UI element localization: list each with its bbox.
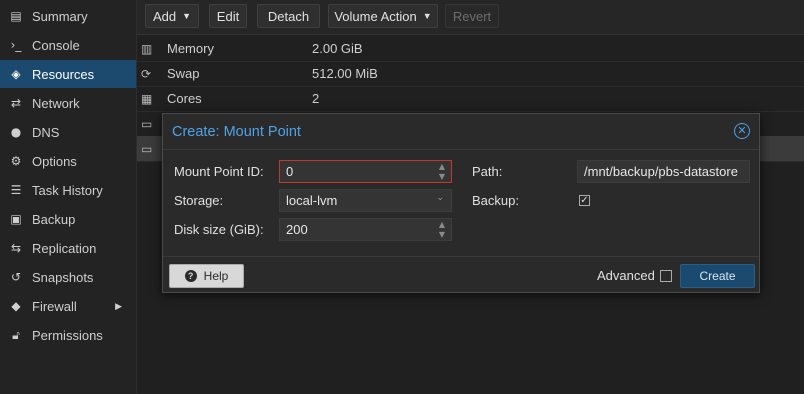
chevron-right-icon[interactable]: ▶ (115, 301, 122, 312)
spinner-icon[interactable]: ▲ ▼ (439, 162, 445, 182)
hdd-icon: ▭ (141, 116, 153, 131)
floppy-icon: ▣ (10, 212, 22, 226)
sidebar-item-label: Backup (32, 211, 76, 227)
hardware-row-swap[interactable]: ⟳ Swap 512.00 MiB (137, 61, 804, 87)
path-value: /mnt/backup/pbs-datastore (584, 164, 738, 179)
dialog-header: Create: Mount Point ✕ (163, 114, 759, 150)
chevron-down-icon[interactable]: ⌄ (436, 193, 444, 203)
mount-point-id-label: Mount Point ID: (174, 164, 264, 179)
sidebar-item-label: Summary (32, 8, 88, 24)
backup-checkbox[interactable]: ✓ (579, 195, 590, 206)
refresh-icon: ⟳ (141, 66, 152, 81)
sidebar-item-label: Firewall (32, 298, 77, 314)
storage-value: local-lvm (286, 193, 338, 208)
hdd-icon: ▭ (141, 141, 153, 156)
storage-select[interactable]: local-lvm ⌄ (279, 189, 452, 212)
sidebar-item-resources[interactable]: ◈ Resources (0, 60, 136, 88)
retweet-icon: ⇆ (10, 241, 22, 255)
storage-label: Storage: (174, 193, 224, 208)
detach-button[interactable]: Detach (257, 4, 320, 28)
sidebar-item-label: Console (32, 37, 80, 53)
revert-button-label: Revert (452, 8, 492, 24)
sidebar-item-snapshots[interactable]: ↺ Snapshots (0, 263, 136, 291)
sidebar-item-label: Resources (32, 66, 95, 82)
terminal-icon: ›_ (10, 38, 22, 52)
add-button[interactable]: Add ▼ (145, 4, 199, 28)
history-icon: ↺ (10, 270, 22, 284)
globe-icon: ● (10, 125, 22, 139)
sidebar-item-label: Network (32, 95, 80, 111)
advanced-checkbox[interactable] (660, 270, 672, 282)
sidebar-item-options[interactable]: ⚙ Options (0, 147, 136, 175)
volume-action-button[interactable]: Volume Action ▼ (328, 4, 438, 28)
question-icon: ? (184, 270, 197, 282)
toolbar: Add ▼ Edit Detach Volume Action ▼ Revert (137, 0, 804, 35)
chevron-down-icon: ▼ (182, 11, 192, 21)
sidebar-item-dns[interactable]: ● DNS (0, 118, 136, 146)
spinner-icon[interactable]: ▲ ▼ (439, 220, 445, 240)
unlock-icon: 🔓︎ (12, 327, 20, 342)
disk-size-field[interactable]: ▲▼ (279, 218, 452, 241)
mount-point-id-field[interactable]: ▲▼ (279, 160, 452, 183)
create-button-label: Create (699, 269, 736, 283)
sidebar-item-task-history[interactable]: ☰ Task History (0, 176, 136, 204)
sidebar-item-label: Task History (32, 182, 103, 198)
disk-size-input[interactable] (286, 222, 406, 237)
hardware-value: 2 (312, 91, 320, 106)
advanced-label: Advanced (597, 268, 655, 283)
sidebar-item-permissions[interactable]: 🔓︎ Permissions (0, 321, 136, 349)
disk-size-label: Disk size (GiB): (174, 222, 264, 237)
hardware-row-memory[interactable]: ▥ Memory 2.00 GiB (137, 36, 804, 62)
path-label: Path: (472, 164, 503, 179)
hardware-value: 512.00 MiB (312, 66, 378, 81)
sidebar-item-label: Options (32, 153, 77, 169)
volume-action-label: Volume Action (334, 8, 417, 24)
exchange-icon: ⇄ (10, 96, 22, 110)
dialog-footer: ? Help Advanced Create (163, 256, 759, 293)
close-icon[interactable]: ✕ (734, 123, 750, 139)
revert-button[interactable]: Revert (445, 4, 499, 28)
list-icon: ☰ (10, 183, 22, 197)
backup-label: Backup: (472, 193, 519, 208)
sidebar-item-label: Snapshots (32, 269, 94, 285)
hardware-name: Cores (167, 91, 202, 106)
help-button-label: Help (203, 269, 229, 283)
cpu-icon: ▦ (141, 91, 153, 106)
mount-point-id-input[interactable] (286, 164, 406, 179)
create-mount-point-dialog: Create: Mount Point ✕ Mount Point ID: ▲▼… (162, 113, 760, 293)
help-button[interactable]: ? Help (169, 264, 244, 288)
cube-icon: ◈ (11, 67, 21, 81)
gear-icon: ⚙ (10, 154, 22, 168)
hardware-value: 2.00 GiB (312, 41, 363, 56)
sidebar-item-network[interactable]: ⇄ Network (0, 89, 136, 117)
sidebar-item-firewall[interactable]: ◆ Firewall ▶ (0, 292, 136, 320)
sidebar-item-label: Replication (32, 240, 97, 256)
shield-icon: ◆ (11, 299, 21, 313)
edit-button[interactable]: Edit (209, 4, 247, 28)
detach-button-label: Detach (267, 8, 310, 24)
edit-button-label: Edit (216, 8, 240, 24)
memory-icon: ▥ (141, 41, 153, 56)
hardware-name: Swap (167, 66, 200, 81)
create-button[interactable]: Create (680, 264, 755, 288)
sidebar: ▤ Summary ›_ Console ◈ Resources ⇄ Netwo… (0, 0, 137, 394)
path-field[interactable]: /mnt/backup/pbs-datastore (577, 160, 750, 183)
book-icon: ▤ (10, 9, 22, 23)
sidebar-item-replication[interactable]: ⇆ Replication (0, 234, 136, 262)
sidebar-item-label: Permissions (32, 327, 103, 343)
sidebar-item-summary[interactable]: ▤ Summary (0, 2, 136, 30)
sidebar-item-backup[interactable]: ▣ Backup (0, 205, 136, 233)
chevron-down-icon: ▼ (422, 11, 432, 21)
hardware-name: Memory (167, 41, 214, 56)
sidebar-item-label: DNS (32, 124, 60, 140)
hardware-row-cores[interactable]: ▦ Cores 2 (137, 86, 804, 112)
add-button-label: Add (152, 8, 177, 24)
sidebar-item-console[interactable]: ›_ Console (0, 31, 136, 59)
dialog-title: Create: Mount Point (172, 123, 301, 140)
